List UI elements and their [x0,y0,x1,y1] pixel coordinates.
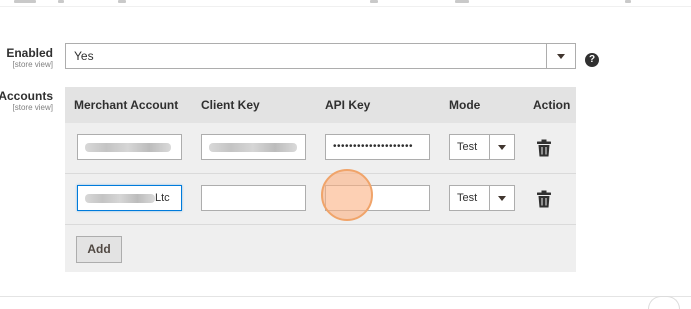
trash-icon[interactable] [536,139,552,157]
merchant-account-suffix: Ltc [155,192,170,204]
column-header-action: Action [533,98,571,112]
column-header-api-key: API Key [325,98,371,112]
column-header-merchant-account: Merchant Account [74,98,179,112]
row-divider [65,173,576,174]
accounts-grid: Merchant Account Client Key API Key Mode… [65,87,576,272]
accounts-label-group: Accounts [store view] [0,89,53,113]
client-key-input[interactable] [201,134,306,160]
client-key-input[interactable] [201,185,306,211]
enabled-select[interactable]: Yes [65,43,576,69]
mode-value: Test [457,192,478,204]
blurred-value [85,142,171,152]
scroll-handle [648,296,680,309]
blurred-value [85,193,155,203]
enabled-select-value: Yes [74,49,94,63]
chevron-down-icon[interactable] [489,186,514,210]
accounts-label: Accounts [0,89,53,103]
chevron-down-icon[interactable] [489,135,514,159]
trash-icon[interactable] [536,190,552,208]
grid-header: Merchant Account Client Key API Key Mode… [65,87,576,123]
mode-select[interactable]: Test [449,185,515,211]
api-key-input[interactable]: •••••••••••••••••••• [325,134,430,160]
help-icon[interactable]: ? [585,53,599,67]
enabled-scope: [store view] [12,60,53,69]
section-divider [0,296,691,297]
column-header-client-key: Client Key [201,98,260,112]
mode-value: Test [457,141,478,153]
add-button[interactable]: Add [76,236,122,263]
mode-select[interactable]: Test [449,134,515,160]
api-key-input[interactable] [325,185,430,211]
chevron-down-icon[interactable] [546,44,575,68]
enabled-label: Enabled [6,46,53,60]
cropped-description-text [0,0,691,7]
merchant-account-input[interactable] [77,134,182,160]
column-header-mode: Mode [449,98,481,112]
blurred-value [209,142,297,152]
merchant-account-input[interactable]: Ltc [77,185,182,211]
row-divider [65,224,576,225]
accounts-scope: [store view] [12,103,53,112]
enabled-label-group: Enabled [store view] [6,46,53,70]
